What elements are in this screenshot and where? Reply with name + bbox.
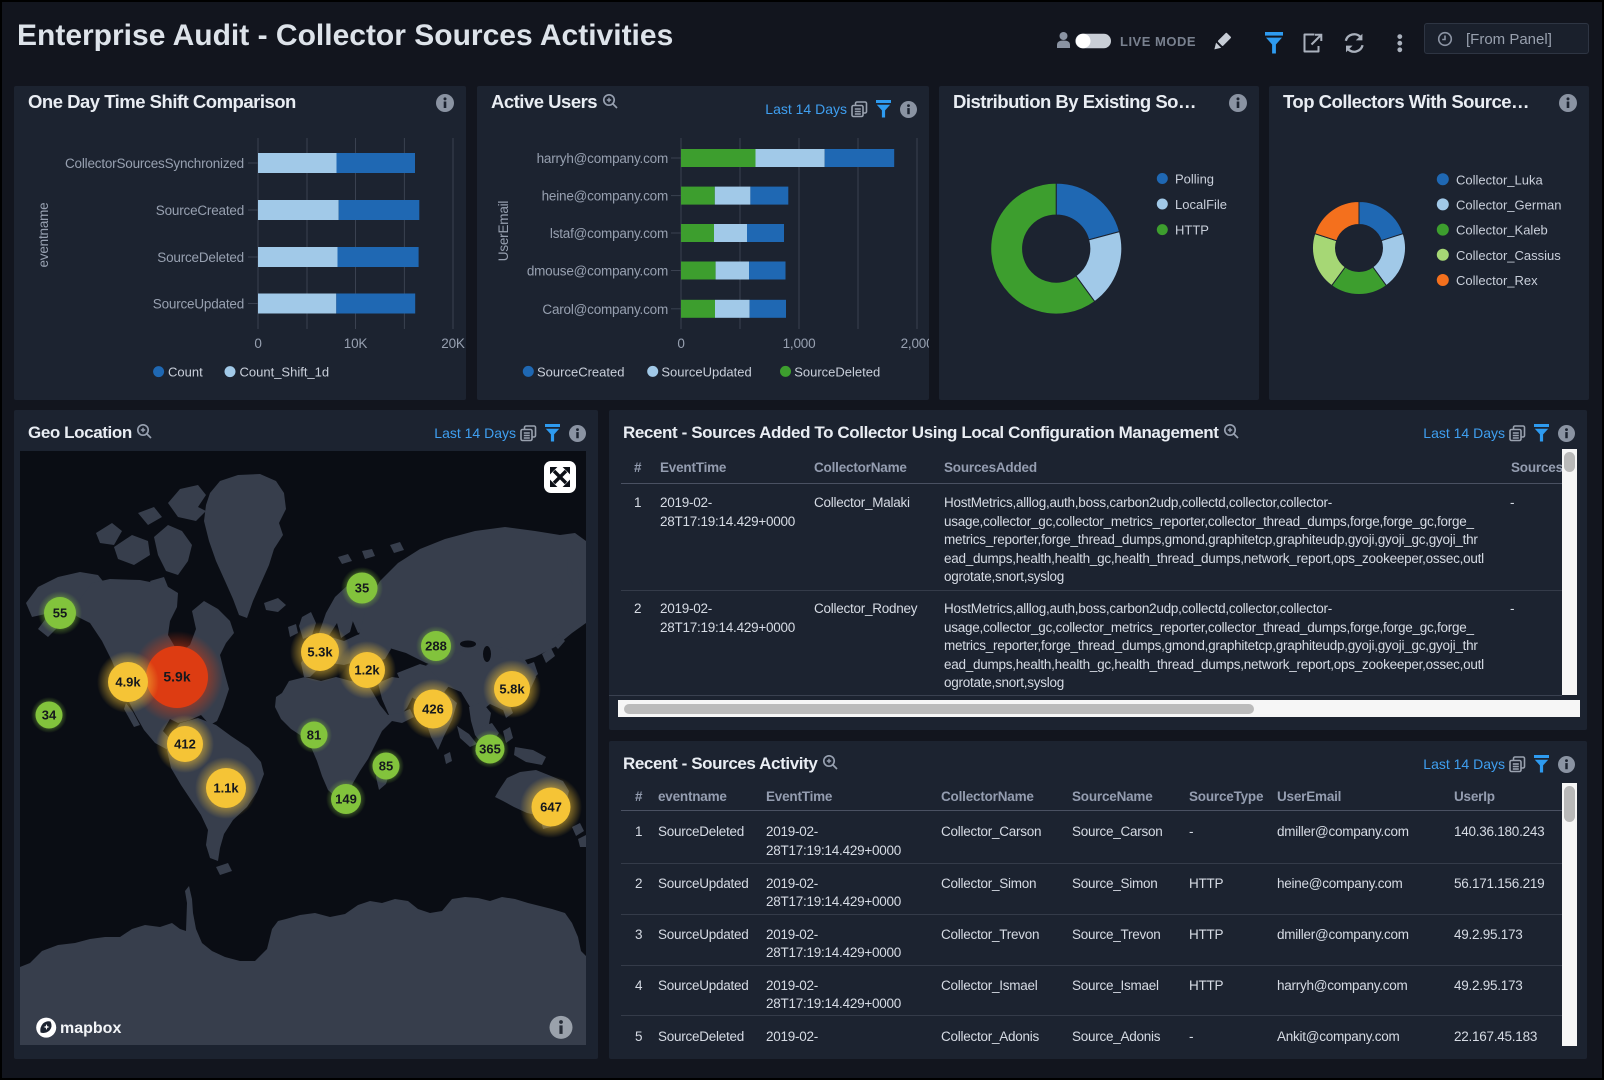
svg-text:Count_Shift_1d: Count_Shift_1d <box>240 365 330 380</box>
svg-text:149: 149 <box>335 792 357 807</box>
svg-text:dmouse@company.com: dmouse@company.com <box>527 264 668 279</box>
svg-text:Collector_Luka: Collector_Luka <box>1456 172 1543 187</box>
svg-text:HTTP: HTTP <box>1175 223 1209 238</box>
svg-text:harryh@company.com: harryh@company.com <box>537 151 668 166</box>
svg-text:SourceUpdated: SourceUpdated <box>153 297 244 312</box>
svg-text:0: 0 <box>254 336 261 351</box>
svg-text:35: 35 <box>355 581 369 596</box>
svg-text:5.3k: 5.3k <box>307 645 333 660</box>
svg-text:55: 55 <box>53 606 67 621</box>
svg-text:412: 412 <box>174 737 196 752</box>
svg-text:SourceDeleted: SourceDeleted <box>157 250 244 265</box>
svg-text:Polling: Polling <box>1175 172 1214 187</box>
svg-text:426: 426 <box>422 702 444 717</box>
svg-text:1.1k: 1.1k <box>213 781 239 796</box>
svg-text:heine@company.com: heine@company.com <box>542 189 668 204</box>
svg-text:365: 365 <box>479 742 501 757</box>
svg-text:lstaf@company.com: lstaf@company.com <box>550 226 668 241</box>
svg-text:81: 81 <box>307 728 321 743</box>
svg-text:UserEmail: UserEmail <box>496 201 511 262</box>
svg-text:SourceCreated: SourceCreated <box>537 364 624 379</box>
svg-text:0: 0 <box>677 336 684 351</box>
svg-text:Collector_Kaleb: Collector_Kaleb <box>1456 223 1548 238</box>
svg-text:SourceUpdated: SourceUpdated <box>661 364 751 379</box>
svg-text:1.2k: 1.2k <box>354 663 380 678</box>
svg-text:LIVE MODE: LIVE MODE <box>1120 34 1196 49</box>
svg-text:288: 288 <box>425 639 447 654</box>
svg-text:34: 34 <box>42 708 57 723</box>
svg-text:Collector_Cassius: Collector_Cassius <box>1456 248 1561 263</box>
svg-text:Collector_German: Collector_German <box>1456 197 1562 212</box>
svg-text:mapbox: mapbox <box>60 1020 121 1037</box>
svg-text:CollectorSourcesSynchronized: CollectorSourcesSynchronized <box>65 156 244 171</box>
svg-text:Collector_Rex: Collector_Rex <box>1456 273 1538 288</box>
svg-text:SourceDeleted: SourceDeleted <box>794 364 880 379</box>
svg-text:SourceCreated: SourceCreated <box>156 203 244 218</box>
svg-text:Count: Count <box>168 365 203 380</box>
svg-text:5.9k: 5.9k <box>163 669 190 685</box>
svg-text:1,000: 1,000 <box>783 336 816 351</box>
svg-text:5.8k: 5.8k <box>499 682 525 697</box>
svg-text:LocalFile: LocalFile <box>1175 197 1227 212</box>
svg-text:Carol@company.com: Carol@company.com <box>542 302 668 317</box>
svg-text:eventname: eventname <box>36 203 51 268</box>
svg-text:85: 85 <box>379 759 393 774</box>
svg-text:20K: 20K <box>441 336 465 351</box>
svg-text:10K: 10K <box>344 336 368 351</box>
svg-text:2,000: 2,000 <box>901 336 929 351</box>
svg-text:4.9k: 4.9k <box>115 675 141 690</box>
svg-text:647: 647 <box>540 800 562 815</box>
